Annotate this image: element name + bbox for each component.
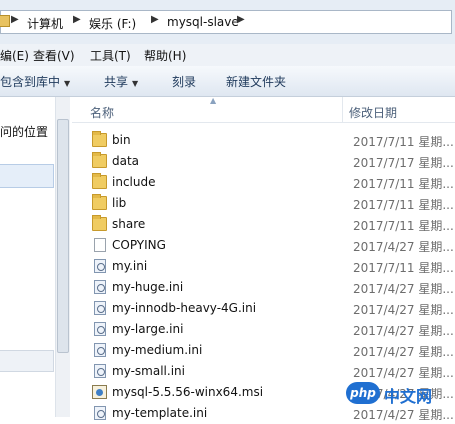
folder-icon (92, 194, 107, 210)
file-row[interactable]: data 2017/7/17 星期... (72, 151, 455, 172)
menu-bar: 编(E) 查看(V) 工具(T) 帮助(H) (0, 44, 455, 67)
navigation-pane: 问的位置 (0, 97, 70, 417)
column-header: ▲ 名称 修改日期 (72, 96, 455, 123)
file-icon (94, 238, 106, 252)
chevron-down-icon: ▼ (64, 79, 71, 88)
file-modified-date: 2017/7/17 星期... (353, 156, 454, 170)
file-modified-date: 2017/4/27 星期... (353, 408, 454, 422)
file-modified-date: 2017/4/27 星期... (353, 303, 454, 317)
ini-file-icon (94, 322, 106, 336)
file-row[interactable]: my-medium.ini 2017/4/27 星期... (72, 340, 455, 361)
chevron-down-icon: ▼ (132, 79, 139, 88)
nav-item-selected[interactable] (0, 164, 54, 188)
file-name: data (112, 154, 140, 168)
file-name: my-template.ini (112, 406, 208, 420)
include-in-library-label: 包含到库中 (0, 75, 61, 89)
file-row[interactable]: lib 2017/7/11 星期... (72, 193, 455, 214)
chevron-right-icon[interactable]: ▶ (237, 14, 245, 25)
share-button[interactable]: 共享 ▼ (104, 73, 138, 90)
command-bar: 包含到库中 ▼ 共享 ▼ 刻录 新建文件夹 (0, 66, 455, 97)
file-row[interactable]: my.ini 2017/7/11 星期... (72, 256, 455, 277)
ini-file-icon (94, 364, 106, 378)
share-label: 共享 (104, 75, 129, 89)
file-modified-date: 2017/4/27 星期... (353, 240, 454, 254)
file-row[interactable]: my-small.ini 2017/4/27 星期... (72, 361, 455, 382)
file-name: my.ini (112, 259, 148, 273)
menu-edit[interactable]: 编(E) (0, 47, 29, 64)
column-modified[interactable]: 修改日期 (349, 104, 397, 121)
file-row[interactable]: share 2017/7/11 星期... (72, 214, 455, 235)
menu-help[interactable]: 帮助(H) (144, 47, 186, 64)
file-name: my-small.ini (112, 364, 185, 378)
chevron-right-icon[interactable]: ▶ (151, 14, 159, 25)
file-row[interactable]: COPYING 2017/4/27 星期... (72, 235, 455, 256)
file-name: bin (112, 133, 131, 147)
folder-icon (92, 215, 107, 231)
file-row[interactable]: include 2017/7/11 星期... (72, 172, 455, 193)
file-row[interactable]: my-innodb-heavy-4G.ini 2017/4/27 星期... (72, 298, 455, 319)
column-divider[interactable] (342, 97, 343, 122)
file-modified-date: 2017/4/27 星期... (353, 324, 454, 338)
menu-tools[interactable]: 工具(T) (90, 47, 131, 64)
file-name: my-huge.ini (112, 280, 184, 294)
file-name: lib (112, 196, 127, 210)
nav-item[interactable] (0, 350, 54, 372)
ini-file-icon (94, 259, 106, 273)
watermark-text: 中文网 (384, 387, 433, 406)
nav-item-recent-places[interactable]: 问的位置 (0, 123, 48, 140)
ini-file-icon (94, 343, 106, 357)
file-modified-date: 2017/7/11 星期... (353, 198, 454, 212)
file-row[interactable]: my-large.ini 2017/4/27 星期... (72, 319, 455, 340)
file-modified-date: 2017/4/27 星期... (353, 345, 454, 359)
file-modified-date: 2017/4/27 星期... (353, 282, 454, 296)
file-name: COPYING (112, 238, 166, 252)
breadcrumb-folder[interactable]: mysql-slave (167, 15, 239, 29)
file-name: my-innodb-heavy-4G.ini (112, 301, 257, 315)
file-modified-date: 2017/7/11 星期... (353, 135, 454, 149)
include-in-library-button[interactable]: 包含到库中 ▼ (0, 73, 70, 90)
file-modified-date: 2017/7/11 星期... (353, 261, 454, 275)
file-row[interactable]: my-huge.ini 2017/4/27 星期... (72, 277, 455, 298)
chevron-right-icon[interactable]: ▶ (11, 14, 19, 25)
file-row[interactable]: bin 2017/7/11 星期... (72, 130, 455, 151)
php-logo: php (346, 382, 380, 404)
breadcrumb-computer[interactable]: 计算机 (27, 15, 63, 32)
new-folder-button[interactable]: 新建文件夹 (226, 73, 286, 90)
file-name: my-medium.ini (112, 343, 203, 357)
file-modified-date: 2017/7/11 星期... (353, 177, 454, 191)
folder-icon (0, 15, 10, 27)
file-name: include (112, 175, 156, 189)
file-modified-date: 2017/7/11 星期... (353, 219, 454, 233)
breadcrumb-drive[interactable]: 娱乐 (F:) (89, 15, 136, 32)
file-modified-date: 2017/4/27 星期... (353, 366, 454, 380)
burn-button[interactable]: 刻录 (172, 73, 196, 90)
file-name: mysql-5.5.56-winx64.msi (112, 385, 264, 399)
nav-scrollbar-thumb[interactable] (57, 119, 69, 353)
watermark: php 中文网 (346, 380, 450, 408)
chevron-right-icon[interactable]: ▶ (73, 14, 81, 25)
file-name: share (112, 217, 146, 231)
folder-icon (92, 152, 107, 168)
folder-icon (92, 131, 107, 147)
ini-file-icon (94, 280, 106, 294)
breadcrumb[interactable]: ▶ 计算机 ▶ 娱乐 (F:) ▶ mysql-slave ▶ (0, 10, 452, 34)
address-bar: ▶ 计算机 ▶ 娱乐 (F:) ▶ mysql-slave ▶ (0, 0, 455, 45)
ini-file-icon (94, 406, 106, 420)
sort-ascending-icon: ▲ (210, 96, 217, 105)
ini-file-icon (94, 301, 106, 315)
file-name: my-large.ini (112, 322, 184, 336)
folder-icon (92, 173, 107, 189)
msi-installer-icon (92, 385, 107, 399)
menu-view[interactable]: 查看(V) (33, 47, 75, 64)
column-name[interactable]: 名称 (90, 104, 114, 121)
